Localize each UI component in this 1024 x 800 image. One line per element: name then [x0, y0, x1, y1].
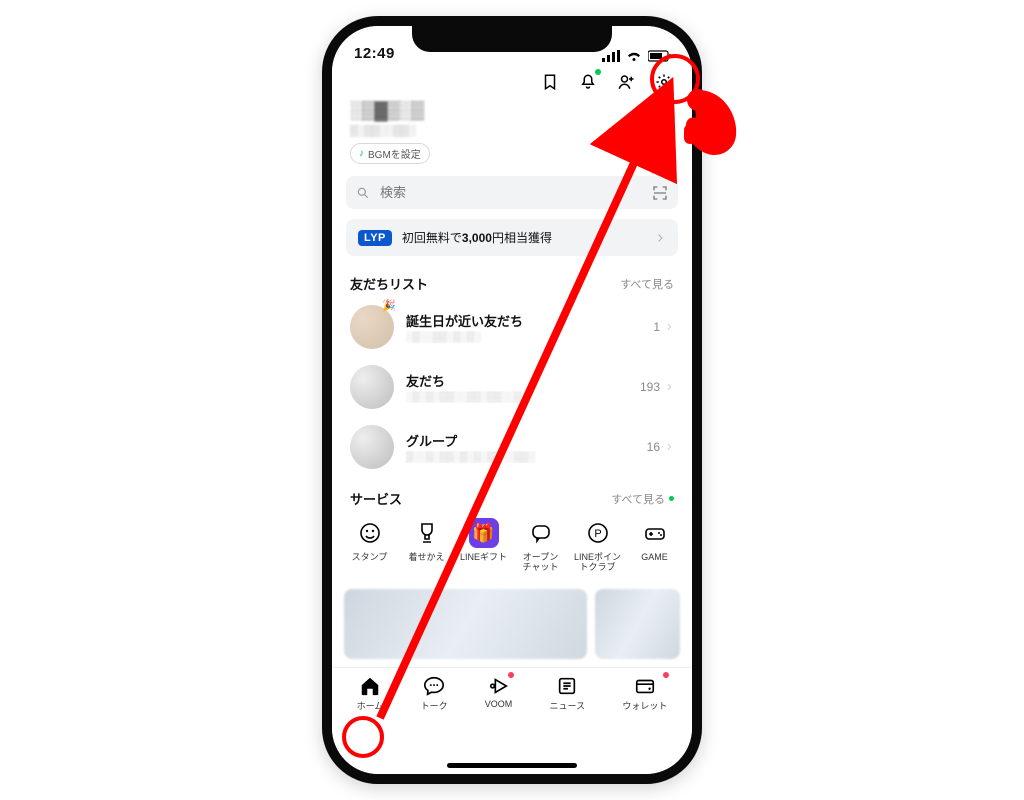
service-game[interactable]: GAME [627, 518, 682, 573]
phone-frame: 12:49 [322, 16, 702, 784]
bgm-chip[interactable]: ♪ BGMを設定 [350, 143, 430, 164]
tab-news[interactable]: ニュース [546, 672, 590, 715]
gift-icon: 🎁 [469, 518, 499, 548]
tab-label: ホーム [357, 699, 384, 712]
service-label: スタンプ [352, 552, 388, 562]
service-pointclub[interactable]: P LINEポイン トクラブ [570, 518, 625, 573]
service-label: LINEギフト [460, 552, 507, 562]
annotation-circle-home [342, 716, 384, 758]
tab-label: トーク [421, 699, 448, 712]
row-count: 193 [640, 380, 660, 394]
lyp-promo-banner[interactable]: LYP 初回無料で3,000円相当獲得 [346, 219, 678, 256]
chevron-right-icon [664, 382, 674, 392]
notification-dot-icon [663, 672, 669, 678]
service-gift[interactable]: 🎁 LINEギフト [456, 518, 511, 573]
chat-bubble-icon [526, 518, 556, 548]
profile-avatar[interactable] [646, 100, 674, 128]
search-input[interactable] [378, 184, 644, 201]
annotation-hand-icon [678, 80, 748, 160]
banner-card[interactable] [344, 589, 587, 659]
row-title: 誕生日が近い友だち [406, 311, 641, 330]
services-header: サービス すべて見る [332, 477, 692, 512]
qr-scan-icon[interactable] [652, 185, 668, 201]
service-label: オープン チャット [523, 552, 559, 573]
friends-title: 友だちリスト [350, 274, 428, 293]
home-indicator [447, 763, 577, 768]
services-see-all[interactable]: すべて見る [611, 491, 674, 507]
row-subtitle: ▒░░▒░▒▒░▒░▒░▒▒░░▒▒░ [406, 452, 635, 463]
service-kisekae[interactable]: 着せかえ [399, 518, 454, 573]
list-item-friends[interactable]: 友だち ░▒░▒░▒▒░░▒▒░▒▒░░▒ 193 [332, 357, 692, 417]
tab-talk[interactable]: トーク [417, 672, 452, 715]
promo-carousel[interactable] [332, 581, 692, 667]
point-p-icon: P [583, 518, 613, 548]
row-count: 1 [653, 320, 660, 334]
tab-home[interactable]: ホーム [353, 672, 388, 715]
profile-subtitle: ▒░▒▒░░▒▒░ [350, 125, 430, 137]
services-grid: スタンプ 着せかえ 🎁 LINEギフト オープン チャット P LINEポイン … [332, 512, 692, 581]
tab-label: ニュース [550, 699, 586, 712]
search-icon [356, 186, 370, 200]
service-label: 着せかえ [408, 552, 444, 562]
home-icon [359, 675, 381, 697]
status-time: 12:49 [354, 45, 395, 62]
profile-name: ░▒▓▒░▒ [350, 100, 430, 121]
party-hat-icon: 🎉 [382, 299, 396, 312]
tab-label: ウォレット [622, 699, 667, 712]
signal-icon [602, 50, 620, 62]
service-label: LINEポイン トクラブ [574, 552, 621, 573]
status-bar: 12:49 [332, 26, 692, 66]
service-stamp[interactable]: スタンプ [342, 518, 397, 573]
service-label: GAME [641, 552, 668, 562]
wallet-icon [634, 675, 656, 697]
tab-label: VOOM [485, 699, 513, 709]
notification-dot-icon [595, 69, 601, 75]
avatar: 🎉 [350, 305, 394, 349]
list-item-groups[interactable]: グループ ▒░░▒░▒▒░▒░▒░▒▒░░▒▒░ 16 [332, 417, 692, 477]
avatar [350, 365, 394, 409]
music-note-icon: ♪ [359, 148, 364, 159]
smiley-icon [355, 518, 385, 548]
friends-list-header: 友だちリスト すべて見る [332, 262, 692, 297]
add-friend-icon[interactable] [616, 72, 636, 92]
tab-voom[interactable]: VOOM [481, 672, 517, 712]
news-icon [556, 675, 578, 697]
bottom-nav: ホーム トーク VOOM ニュース ウォレット [332, 667, 692, 721]
notification-dot-icon [508, 672, 514, 678]
green-dot-icon [669, 496, 674, 501]
lyp-badge: LYP [358, 230, 392, 246]
friends-see-all[interactable]: すべて見る [620, 276, 674, 292]
services-title: サービス [350, 489, 402, 508]
gamepad-icon [640, 518, 670, 548]
promo-text: 初回無料で3,000円相当獲得 [402, 229, 552, 246]
row-subtitle: ░▒░▒░▒▒░░▒▒░▒▒░░▒ [406, 392, 628, 403]
chevron-right-icon [664, 322, 674, 332]
banner-card[interactable] [595, 589, 680, 659]
brush-icon [412, 518, 442, 548]
tab-wallet[interactable]: ウォレット [618, 672, 671, 715]
avatar [350, 425, 394, 469]
header-actions [332, 66, 692, 94]
row-title: 友だち [406, 371, 628, 390]
svg-text:P: P [594, 528, 601, 540]
wifi-icon [626, 50, 642, 62]
chevron-right-icon [654, 232, 666, 244]
chevron-right-icon [664, 442, 674, 452]
row-subtitle: ░▒░░▒▒░▒░▒░ [406, 332, 641, 343]
search-bar[interactable] [346, 176, 678, 209]
bell-icon[interactable] [578, 72, 598, 92]
phone-screen: 12:49 [332, 26, 692, 774]
row-title: グループ [406, 431, 635, 450]
bgm-chip-label: BGMを設定 [368, 146, 421, 161]
profile-row[interactable]: ░▒▓▒░▒ ▒░▒▒░░▒▒░ ♪ BGMを設定 [332, 94, 692, 170]
service-openchat[interactable]: オープン チャット [513, 518, 568, 573]
list-item-birthday[interactable]: 🎉 誕生日が近い友だち ░▒░░▒▒░▒░▒░ 1 [332, 297, 692, 357]
bookmark-icon[interactable] [540, 72, 560, 92]
talk-icon [423, 675, 445, 697]
voom-icon [488, 675, 510, 697]
row-count: 16 [647, 440, 660, 454]
